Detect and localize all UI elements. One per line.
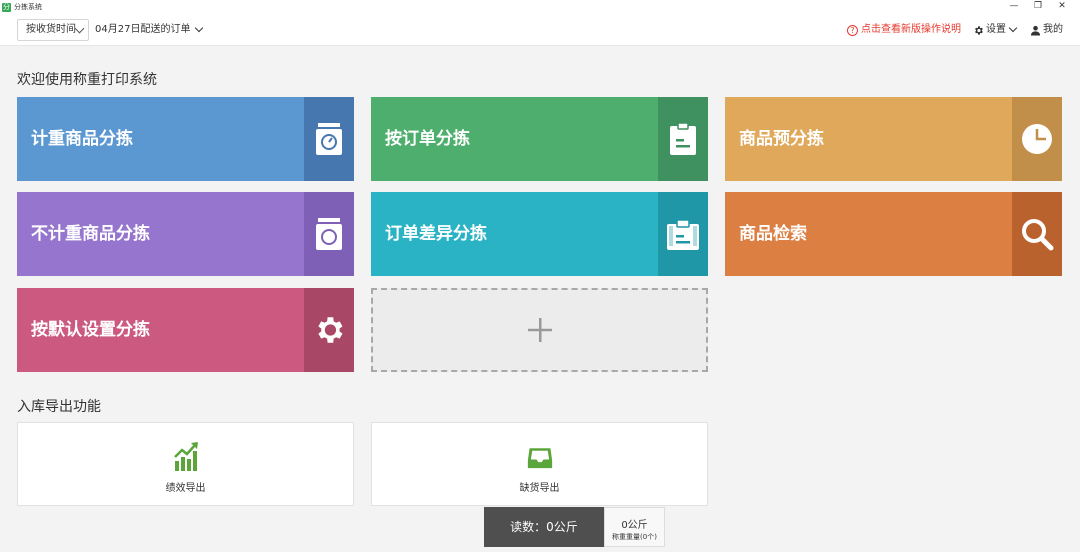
add-function-tile[interactable] (371, 288, 708, 372)
tile-icon-box (658, 192, 708, 276)
time-type-select-value: 按收货时间 (26, 24, 76, 35)
tile-label: 按订单分拣 (385, 129, 470, 149)
tile-icon-box (304, 192, 354, 276)
clipboard-icon (670, 123, 696, 155)
top-toolbar: 按收货时间 04月27日配送的订单 ? 点击查看新版操作说明 设置 我的 (0, 14, 1080, 46)
tile-icon-box (1012, 192, 1062, 276)
plus-icon (527, 318, 552, 342)
tile-label: 按默认设置分拣 (31, 320, 150, 340)
date-filter-dropdown[interactable]: 04月27日配送的订单 (95, 19, 204, 41)
close-button[interactable]: ✕ (1050, 0, 1074, 14)
weighed-goods-sorting-tile[interactable]: 计重商品分拣 (17, 97, 354, 181)
time-type-select[interactable]: 按收货时间 (17, 19, 89, 41)
chevron-down-icon (195, 23, 204, 33)
tile-icon-box (304, 97, 354, 181)
goods-search-tile[interactable]: 商品检索 (725, 192, 1062, 276)
tile-icon-box (1012, 97, 1062, 181)
weight-count-label: 称重重量(0个) (612, 533, 657, 541)
window-title: 分拣系统 (14, 3, 42, 11)
tile-icon-box (658, 97, 708, 181)
chevron-down-icon (1008, 23, 1018, 33)
welcome-section-title: 欢迎使用称重打印系统 (17, 72, 157, 88)
clock-icon (1022, 124, 1052, 154)
title-bar: 分 分拣系统 — ❐ ✕ (0, 0, 1080, 14)
performance-export-label: 绩效导出 (165, 483, 206, 494)
shortage-export-label: 缺货导出 (519, 483, 560, 494)
tile-label: 订单差异分拣 (385, 224, 487, 244)
default-settings-sorting-tile[interactable]: 按默认设置分拣 (17, 288, 354, 372)
scale-icon (316, 123, 342, 155)
chevron-down-icon (74, 23, 85, 34)
user-icon (1030, 25, 1041, 36)
tile-label: 商品检索 (739, 224, 807, 244)
user-menu[interactable]: 我的 (1030, 19, 1063, 41)
search-icon (1022, 219, 1054, 251)
settings-menu[interactable]: 设置 (973, 19, 1018, 41)
export-section-title: 入库导出功能 (17, 399, 101, 415)
app-icon: 分 (2, 2, 11, 12)
non-weighed-goods-sorting-tile[interactable]: 不计重商品分拣 (17, 192, 354, 276)
help-link-label: 点击查看新版操作说明 (861, 24, 961, 35)
scale-reading-display: 读数：0公斤 (484, 507, 604, 547)
tile-label: 计重商品分拣 (31, 129, 133, 149)
tile-label: 不计重商品分拣 (31, 224, 150, 244)
settings-label: 设置 (986, 24, 1006, 35)
weighed-weight-display: 0公斤 称重重量(0个) (604, 507, 665, 547)
goods-pre-sorting-tile[interactable]: 商品预分拣 (725, 97, 1062, 181)
maximize-button[interactable]: ❐ (1026, 0, 1050, 14)
date-filter-label: 04月27日配送的订单 (95, 24, 191, 35)
inbox-icon (527, 448, 552, 469)
chart-up-icon (173, 442, 198, 471)
help-link[interactable]: ? 点击查看新版操作说明 (847, 19, 961, 41)
clipboard-icon (667, 219, 699, 250)
help-circle-icon: ? (847, 24, 858, 36)
weight-value: 0公斤 (621, 520, 648, 531)
gear-icon (318, 317, 343, 343)
window-controls: — ❐ ✕ (1002, 0, 1074, 14)
sort-by-order-tile[interactable]: 按订单分拣 (371, 97, 708, 181)
minimize-button[interactable]: — (1002, 0, 1026, 14)
order-difference-sorting-tile[interactable]: 订单差异分拣 (371, 192, 708, 276)
user-menu-label: 我的 (1043, 24, 1063, 35)
tile-icon-box (304, 288, 354, 372)
gear-icon (975, 25, 983, 35)
shortage-export-button[interactable]: 缺货导出 (371, 422, 708, 506)
tile-label: 商品预分拣 (739, 129, 824, 149)
performance-export-button[interactable]: 绩效导出 (17, 422, 354, 506)
scale-icon (316, 218, 342, 250)
